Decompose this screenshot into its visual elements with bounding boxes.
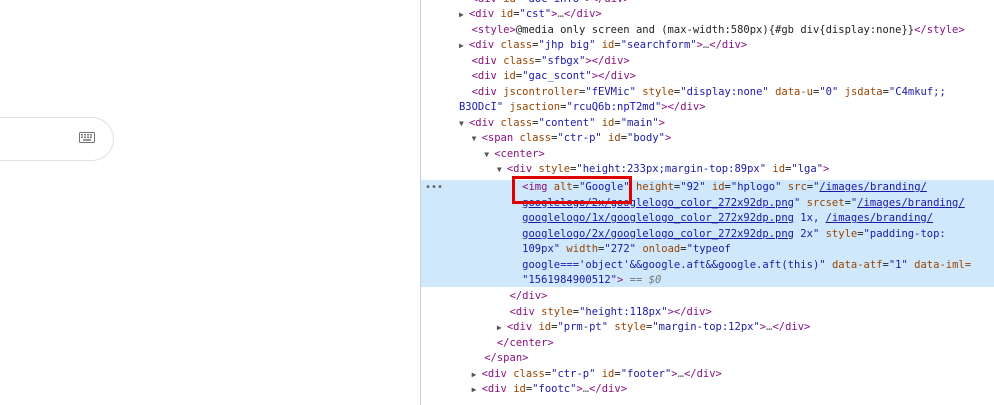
expand-triangle-icon[interactable]: ▶ — [472, 382, 482, 398]
dom-node[interactable]: </center> — [421, 336, 994, 352]
dom-node[interactable]: ▶ <div id="footc">…</div> — [421, 382, 994, 398]
dom-node[interactable]: ▼ <span class="ctr-p" id="body"> — [421, 131, 994, 147]
dom-node[interactable]: <div class="sfbgx"></div> — [421, 54, 994, 70]
dom-node[interactable]: <div jscontroller="fEVMic" style="displa… — [421, 85, 994, 101]
selected-dom-node-continuation: googlelogo/1x/googlelogo_color_272x92dp.… — [421, 211, 994, 227]
expand-triangle-icon[interactable]: ▶ — [459, 38, 469, 54]
selected-dom-node[interactable]: ••• <img alt="Google" height="92" id="hp… — [421, 180, 994, 196]
expand-triangle-icon[interactable]: ▶ — [472, 367, 482, 383]
selected-dom-node-continuation: googlelogo/2x/googlelogo_color_272x92dp.… — [421, 226, 994, 242]
selected-dom-node-continuation: google==='object'&&google.aft&&google.af… — [421, 257, 994, 273]
dom-node[interactable]: ▶ <div class="ctr-p" id="footer">…</div> — [421, 367, 994, 383]
dom-node[interactable]: <style>@media only screen and (max-width… — [421, 23, 994, 39]
expand-triangle-icon[interactable]: ▶ — [459, 7, 469, 23]
dom-node[interactable]: ▼ <center> — [421, 147, 994, 163]
expand-triangle-icon[interactable]: ▶ — [497, 320, 507, 336]
collapse-triangle-icon[interactable]: ▼ — [459, 116, 469, 132]
dom-node[interactable]: ▼ <div style="height:233px;margin-top:89p… — [421, 162, 994, 178]
selected-dom-node-continuation: "1561984900512"> == $0 — [421, 273, 994, 287]
dom-node[interactable]: ▶ <div class="jhp big" id="searchform">…<… — [421, 38, 994, 54]
collapse-triangle-icon[interactable]: ▼ — [497, 162, 507, 178]
collapse-triangle-icon[interactable]: ▼ — [484, 147, 494, 163]
selected-dom-node-continuation: googlelogo/2x/googlelogo_color_272x92dp.… — [421, 195, 994, 211]
dom-node[interactable]: </span> — [421, 351, 994, 367]
page-preview-pane — [0, 0, 420, 405]
selected-dom-node-continuation: 109px" width="272" onload="typeof — [421, 242, 994, 258]
search-input[interactable] — [0, 117, 114, 161]
dom-node[interactable]: <div style="height:118px"></div> — [421, 305, 994, 321]
dom-node-continuation: B3ODcI" jsaction="rcuQ6b:npT2md"></div> — [458, 101, 706, 113]
dom-node[interactable]: ▶ <div id="cst">…</div> — [421, 7, 994, 23]
keyboard-icon[interactable] — [79, 132, 95, 143]
more-options-icon[interactable]: ••• — [425, 180, 443, 196]
dom-node[interactable]: <div id="gac_scont"></div> — [421, 69, 994, 85]
dom-node[interactable]: ▶ <div id="prm-pt" style="margin-top:12px… — [421, 320, 994, 336]
collapse-triangle-icon[interactable]: ▼ — [472, 131, 482, 147]
annotation-highlight-box — [512, 176, 632, 204]
elements-panel: <div id="doc-info"></div> ▶<div id="cst"… — [421, 0, 994, 405]
dom-node[interactable]: </div> — [421, 289, 994, 305]
dom-node[interactable]: ▼ <div class="content" id="main"> — [421, 116, 994, 132]
